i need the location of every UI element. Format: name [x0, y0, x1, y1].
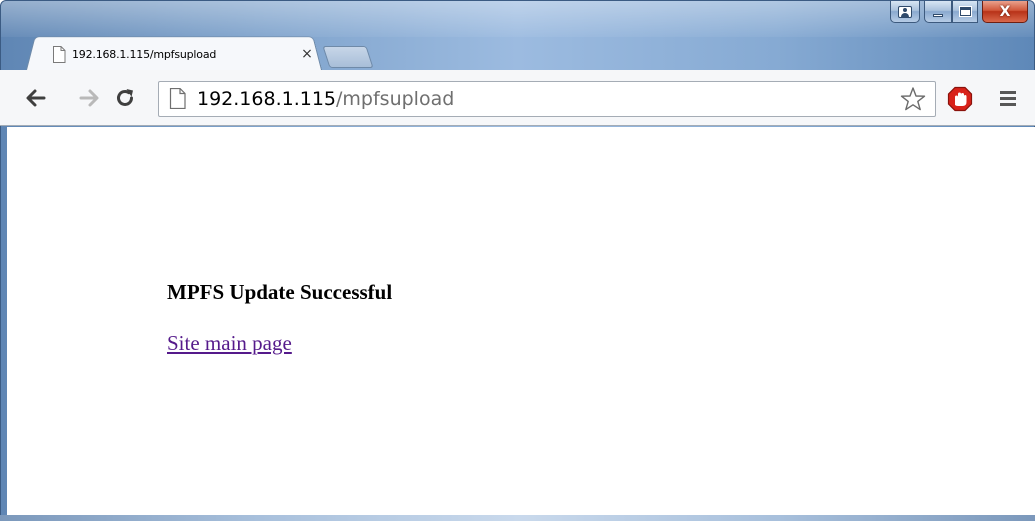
minimize-button[interactable]	[924, 1, 952, 23]
forward-button[interactable]	[77, 85, 103, 111]
menu-bar-2	[1000, 97, 1016, 100]
reload-button[interactable]	[112, 85, 138, 111]
new-tab-button[interactable]	[322, 46, 374, 68]
maximize-icon	[958, 6, 972, 17]
user-icon	[898, 5, 912, 18]
url-host: 192.168.1.115	[197, 88, 337, 110]
menu-icon[interactable]	[1000, 91, 1018, 107]
minimize-icon	[933, 14, 943, 17]
adblock-icon[interactable]	[947, 86, 973, 112]
close-window-button[interactable]: X	[982, 1, 1028, 23]
page-viewport	[7, 127, 1035, 515]
url-text[interactable]: 192.168.1.115/mpfsupload	[197, 85, 454, 113]
url-path: /mpfsupload	[336, 88, 455, 110]
back-button[interactable]	[22, 85, 48, 111]
menu-bar-1	[1000, 91, 1016, 94]
forward-arrow-icon	[79, 89, 99, 107]
user-profile-button[interactable]	[890, 1, 920, 23]
back-arrow-icon	[26, 89, 46, 107]
star-icon[interactable]	[900, 86, 926, 112]
page-icon	[169, 88, 186, 109]
active-tab-content[interactable]: 192.168.1.115/mpfsupload ×	[38, 38, 320, 70]
reload-icon	[117, 89, 133, 106]
menu-bar-3	[1000, 103, 1016, 106]
page-heading: MPFS Update Successful	[167, 280, 393, 304]
window-bottom-border	[0, 515, 1035, 521]
page-icon	[53, 45, 66, 63]
maximize-button[interactable]	[952, 1, 978, 23]
window-caption-buttons: X	[890, 1, 1028, 23]
tab-close-icon[interactable]: ×	[294, 46, 320, 62]
close-icon: X	[999, 3, 1011, 20]
site-main-page-link[interactable]: Site main page	[167, 331, 292, 356]
tab-title: 192.168.1.115/mpfsupload	[72, 47, 217, 61]
